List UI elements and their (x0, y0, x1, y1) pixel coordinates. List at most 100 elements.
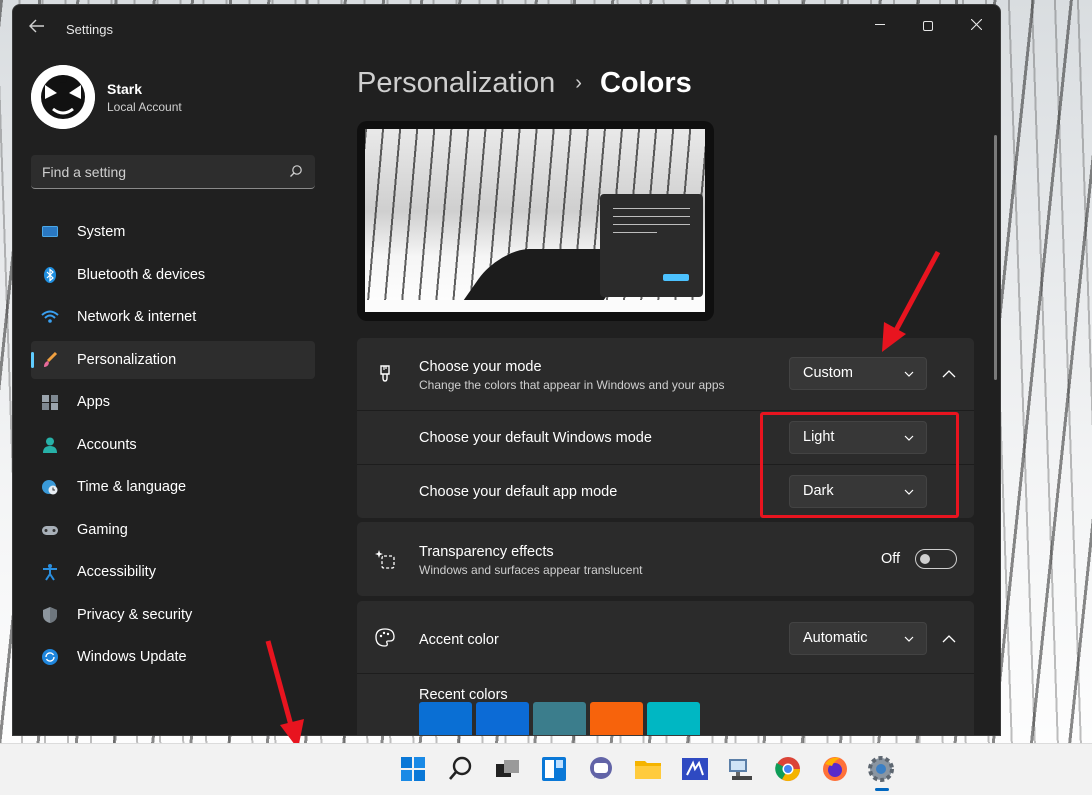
update-icon (42, 649, 58, 665)
mode-collapse-button[interactable] (934, 359, 964, 389)
preview-button (663, 274, 689, 281)
avatar[interactable] (31, 65, 95, 129)
maximize-button[interactable] (905, 11, 951, 41)
sidebar-item-network[interactable]: Network & internet (31, 298, 315, 336)
sidebar-item-privacy[interactable]: Privacy & security (31, 596, 315, 634)
user-name: Stark (107, 81, 143, 97)
palette-icon (375, 628, 395, 647)
sidebar-nav: System Bluetooth & devices Network & int… (31, 213, 315, 681)
mode-dropdown-value: Custom (803, 365, 853, 381)
transparency-title: Transparency effects (419, 544, 554, 560)
minimize-icon (874, 24, 885, 25)
settings-icon[interactable] (866, 754, 896, 784)
annotation-arrow-top (882, 250, 941, 352)
transparency-toggle-label: Off (881, 551, 901, 567)
preview-taskbar (365, 300, 705, 312)
search-placeholder: Find a setting (42, 164, 127, 180)
accessibility-icon (43, 564, 57, 581)
breadcrumb: Personalization › Colors (357, 67, 692, 100)
back-button[interactable] (29, 19, 47, 37)
sidebar-item-label: Network & internet (77, 309, 197, 325)
globe-clock-icon (42, 480, 58, 495)
sidebar-item-label: Accessibility (77, 564, 156, 580)
annotation-highlight-box (760, 412, 959, 518)
brush-outline-icon (380, 365, 390, 382)
sidebar-item-label: Apps (77, 394, 111, 410)
sidebar-item-label: Gaming (77, 521, 128, 538)
sidebar-item-label: Personalization (77, 351, 177, 368)
sidebar-item-label: Privacy & security (77, 606, 193, 623)
chevron-up-icon (942, 370, 956, 378)
sidebar-item-label: System (77, 224, 126, 240)
apps-icon (42, 395, 58, 410)
sidebar-item-label: Windows Update (77, 649, 187, 665)
accent-title: Accent color (419, 632, 499, 648)
toggle-knob (920, 554, 930, 564)
teams-chat-icon[interactable] (586, 754, 616, 784)
firefox-icon[interactable] (820, 754, 850, 784)
sidebar-item-personalization[interactable]: Personalization (31, 340, 315, 379)
close-icon (970, 18, 982, 31)
system-display-icon (42, 226, 58, 237)
visual-studio-icon[interactable] (680, 754, 710, 784)
shield-icon (43, 606, 57, 623)
transparency-icon (375, 550, 395, 569)
account-type: Local Account (107, 100, 182, 114)
close-button[interactable] (953, 11, 999, 41)
sidebar-item-label: Time & language (77, 479, 187, 495)
arrow-left-icon (29, 19, 44, 33)
accent-dropdown-value: Automatic (803, 630, 868, 646)
sidebar-item-accessibility[interactable]: Accessibility (31, 553, 315, 591)
preview-window (600, 194, 703, 297)
sidebar-item-accounts[interactable]: Accounts (31, 426, 315, 464)
avatar-image (31, 65, 95, 129)
sidebar-item-time-language[interactable]: Time & language (31, 468, 315, 506)
preview-line (613, 208, 690, 209)
color-swatch[interactable] (476, 702, 529, 735)
color-swatch[interactable] (419, 702, 472, 735)
recent-colors-label: Recent colors (419, 687, 508, 703)
active-app-indicator (875, 788, 889, 791)
search-icon (290, 165, 302, 177)
chrome-icon[interactable] (773, 754, 803, 784)
accent-dropdown[interactable]: Automatic (789, 622, 927, 655)
bluetooth-icon (44, 266, 56, 283)
sidebar-item-label: Bluetooth & devices (77, 266, 206, 283)
color-swatch[interactable] (533, 702, 586, 735)
transparency-card: Transparency effects Windows and surface… (357, 522, 974, 596)
search-icon[interactable] (446, 754, 476, 784)
gamepad-icon (42, 525, 58, 535)
mode-subtitle: Change the colors that appear in Windows… (419, 378, 725, 392)
windows-mode-label: Choose your default Windows mode (419, 430, 652, 446)
sidebar-item-apps[interactable]: Apps (31, 383, 315, 421)
color-swatch[interactable] (590, 702, 643, 735)
person-icon (43, 437, 57, 453)
taskbar (0, 743, 1092, 795)
accent-collapse-button[interactable] (934, 624, 964, 654)
chevron-up-icon (942, 635, 956, 643)
transparency-toggle[interactable] (915, 549, 957, 569)
mode-title: Choose your mode (419, 359, 542, 375)
preview-line (613, 232, 657, 233)
preview-line (613, 216, 690, 217)
task-view-icon[interactable] (493, 754, 523, 784)
file-explorer-icon[interactable] (633, 754, 663, 784)
brush-icon (44, 351, 58, 367)
wifi-icon (41, 310, 59, 323)
mode-dropdown[interactable]: Custom (789, 357, 927, 390)
breadcrumb-parent[interactable]: Personalization (357, 67, 555, 100)
sidebar-item-bluetooth[interactable]: Bluetooth & devices (31, 256, 315, 294)
sidebar-item-gaming[interactable]: Gaming (31, 511, 315, 549)
sidebar-item-system[interactable]: System (31, 213, 315, 251)
preview-line (613, 224, 690, 225)
accent-row: Accent color Automatic (357, 601, 974, 673)
remote-desktop-icon[interactable] (726, 754, 756, 784)
start-icon[interactable] (398, 754, 428, 784)
scrollbar[interactable] (994, 135, 997, 380)
transparency-subtitle: Windows and surfaces appear translucent (419, 563, 643, 577)
minimize-button[interactable] (857, 11, 903, 41)
widgets-icon[interactable] (539, 754, 569, 784)
search-input[interactable]: Find a setting (31, 155, 315, 189)
color-swatch[interactable] (647, 702, 700, 735)
chevron-down-icon (904, 371, 914, 377)
